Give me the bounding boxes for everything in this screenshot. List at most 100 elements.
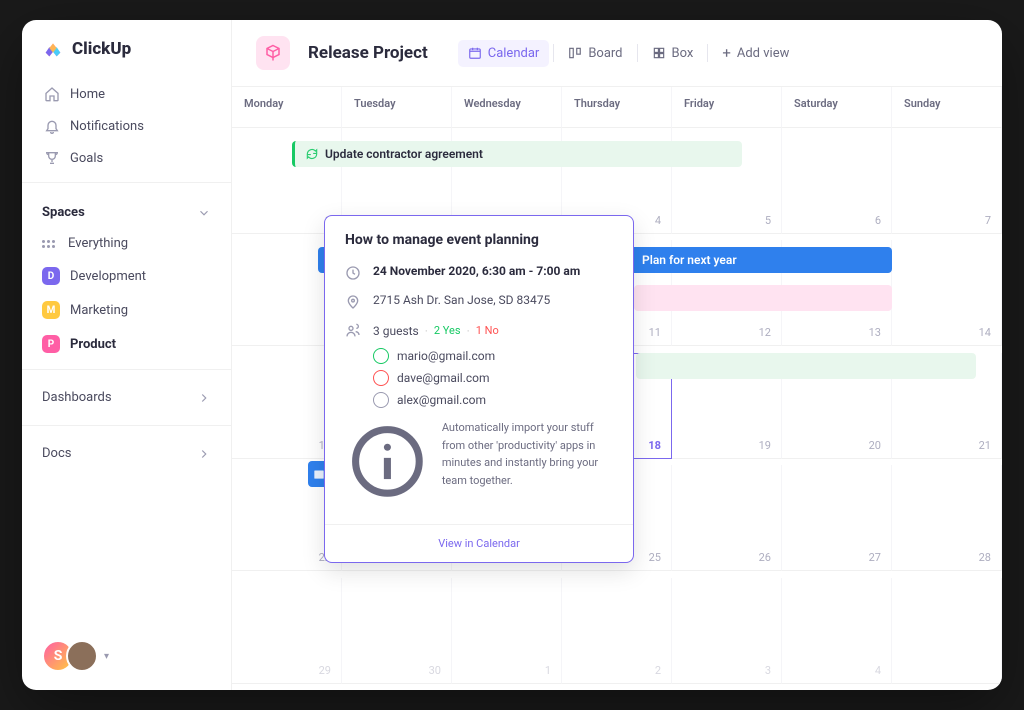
- space-label: Product: [70, 337, 116, 352]
- event-label: Update contractor agreement: [325, 147, 483, 161]
- event-pink[interactable]: [634, 285, 892, 311]
- cell-date: 21: [979, 439, 991, 452]
- calendar-cell[interactable]: 28: [892, 465, 1002, 571]
- main-content: Release Project Calendar Board Box: [232, 20, 1002, 690]
- calendar-cell[interactable]: 30: [342, 578, 452, 684]
- view-label: Add view: [737, 46, 790, 61]
- tab-board[interactable]: Board: [558, 40, 632, 67]
- project-icon: [256, 36, 290, 70]
- calendar-cell[interactable]: 6: [782, 128, 892, 234]
- event-lgreen[interactable]: [636, 353, 976, 379]
- guest-email: dave@gmail.com: [397, 371, 490, 385]
- spaces-label: Spaces: [42, 205, 85, 220]
- sidebar-item-everything[interactable]: Everything: [22, 228, 231, 259]
- space-badge: D: [42, 267, 60, 285]
- guest-row: dave@gmail.com: [325, 367, 633, 389]
- guest-no: 1 No: [476, 324, 499, 337]
- chevron-right-icon: [197, 447, 211, 461]
- calendar-cell[interactable]: 3: [672, 578, 782, 684]
- view-label: Box: [672, 46, 694, 61]
- event-nextyear[interactable]: Plan for next year: [612, 247, 892, 273]
- nav-notifications[interactable]: Notifications: [34, 110, 219, 142]
- popup-location-text: 2715 Ash Dr. San Jose, SD 83475: [373, 293, 550, 310]
- view-label: Calendar: [488, 46, 540, 61]
- space-badge: P: [42, 335, 60, 353]
- view-in-calendar-link[interactable]: View in Calendar: [325, 524, 633, 562]
- space-label: Development: [70, 269, 146, 284]
- user-avatars[interactable]: S ▾: [42, 640, 109, 672]
- sidebar-item-dashboards[interactable]: Dashboards: [22, 378, 231, 417]
- add-view-button[interactable]: + Add view: [712, 38, 799, 68]
- nav-label: Notifications: [70, 119, 144, 134]
- box-icon: [652, 46, 666, 60]
- sidebar-item-docs[interactable]: Docs: [22, 434, 231, 473]
- sidebar-item-development[interactable]: D Development: [22, 259, 231, 293]
- event-contractor[interactable]: Update contractor agreement: [292, 141, 742, 167]
- trophy-icon: [44, 150, 60, 166]
- popup-desc-text: Automatically import your stuff from oth…: [442, 419, 613, 504]
- cell-date: 29: [319, 664, 331, 677]
- logo-icon: [42, 38, 64, 60]
- cell-date: 4: [875, 664, 881, 677]
- brand-name: ClickUp: [72, 39, 131, 59]
- event-popup: How to manage event planning 24 November…: [324, 215, 634, 563]
- sidebar-item-product[interactable]: P Product: [22, 327, 231, 361]
- guest-email: alex@gmail.com: [397, 393, 486, 407]
- people-icon: [345, 323, 361, 339]
- calendar-cell[interactable]: 2: [562, 578, 672, 684]
- cell-date: 28: [979, 551, 991, 564]
- avatar-icon: [373, 392, 389, 408]
- cell-date: 11: [649, 326, 661, 339]
- calendar-cell[interactable]: 14: [892, 240, 1002, 346]
- cell-date: 7: [985, 214, 991, 227]
- tab-box[interactable]: Box: [642, 40, 704, 67]
- day-header: Friday: [672, 87, 782, 128]
- popup-guests: 3 guests · 2 Yes · 1 No: [325, 316, 633, 345]
- cell-date: 4: [655, 214, 661, 227]
- space-label: Everything: [68, 236, 128, 251]
- popup-location: 2715 Ash Dr. San Jose, SD 83475: [325, 287, 633, 316]
- calendar-icon: [468, 46, 482, 60]
- board-icon: [568, 46, 582, 60]
- guest-email: mario@gmail.com: [397, 349, 495, 363]
- cell-date: 20: [869, 439, 881, 452]
- cell-date: 13: [869, 326, 881, 339]
- cell-date: 1: [545, 664, 551, 677]
- calendar-cell[interactable]: 27: [782, 465, 892, 571]
- clock-icon: [345, 265, 361, 281]
- calendar-cell[interactable]: 29: [232, 578, 342, 684]
- cell-date: 25: [649, 551, 661, 564]
- location-icon: [345, 294, 361, 310]
- calendar-cell[interactable]: 4: [782, 578, 892, 684]
- sync-icon: [305, 147, 319, 161]
- cell-date: 27: [869, 551, 881, 564]
- calendar-cell[interactable]: [892, 578, 1002, 684]
- space-badge: M: [42, 301, 60, 319]
- day-header: Sunday: [892, 87, 1002, 128]
- calendar-cell[interactable]: 1: [452, 578, 562, 684]
- calendar-cell[interactable]: 26: [672, 465, 782, 571]
- nav-label: Home: [70, 87, 105, 102]
- bell-icon: [44, 118, 60, 134]
- cell-date: 5: [765, 214, 771, 227]
- logo[interactable]: ClickUp: [22, 38, 231, 78]
- info-icon: [345, 419, 430, 504]
- sidebar-item-marketing[interactable]: M Marketing: [22, 293, 231, 327]
- tab-calendar[interactable]: Calendar: [458, 40, 550, 67]
- nav-home[interactable]: Home: [34, 78, 219, 110]
- everything-icon: [42, 240, 58, 248]
- spaces-header[interactable]: Spaces: [22, 191, 231, 228]
- chevron-right-icon: [197, 391, 211, 405]
- app-window: ClickUp Home Notifications Goals Spaces …: [22, 20, 1002, 690]
- section-label: Dashboards: [42, 390, 112, 405]
- view-label: Board: [588, 46, 622, 61]
- guest-row: mario@gmail.com: [325, 345, 633, 367]
- chevron-down-icon: ▾: [104, 651, 109, 662]
- section-label: Docs: [42, 446, 71, 461]
- calendar-cell[interactable]: 7: [892, 128, 1002, 234]
- cell-date: 12: [759, 326, 771, 339]
- cell-date: 26: [759, 551, 771, 564]
- header: Release Project Calendar Board Box: [232, 20, 1002, 87]
- nav-goals[interactable]: Goals: [34, 142, 219, 174]
- cell-date: 19: [759, 439, 771, 452]
